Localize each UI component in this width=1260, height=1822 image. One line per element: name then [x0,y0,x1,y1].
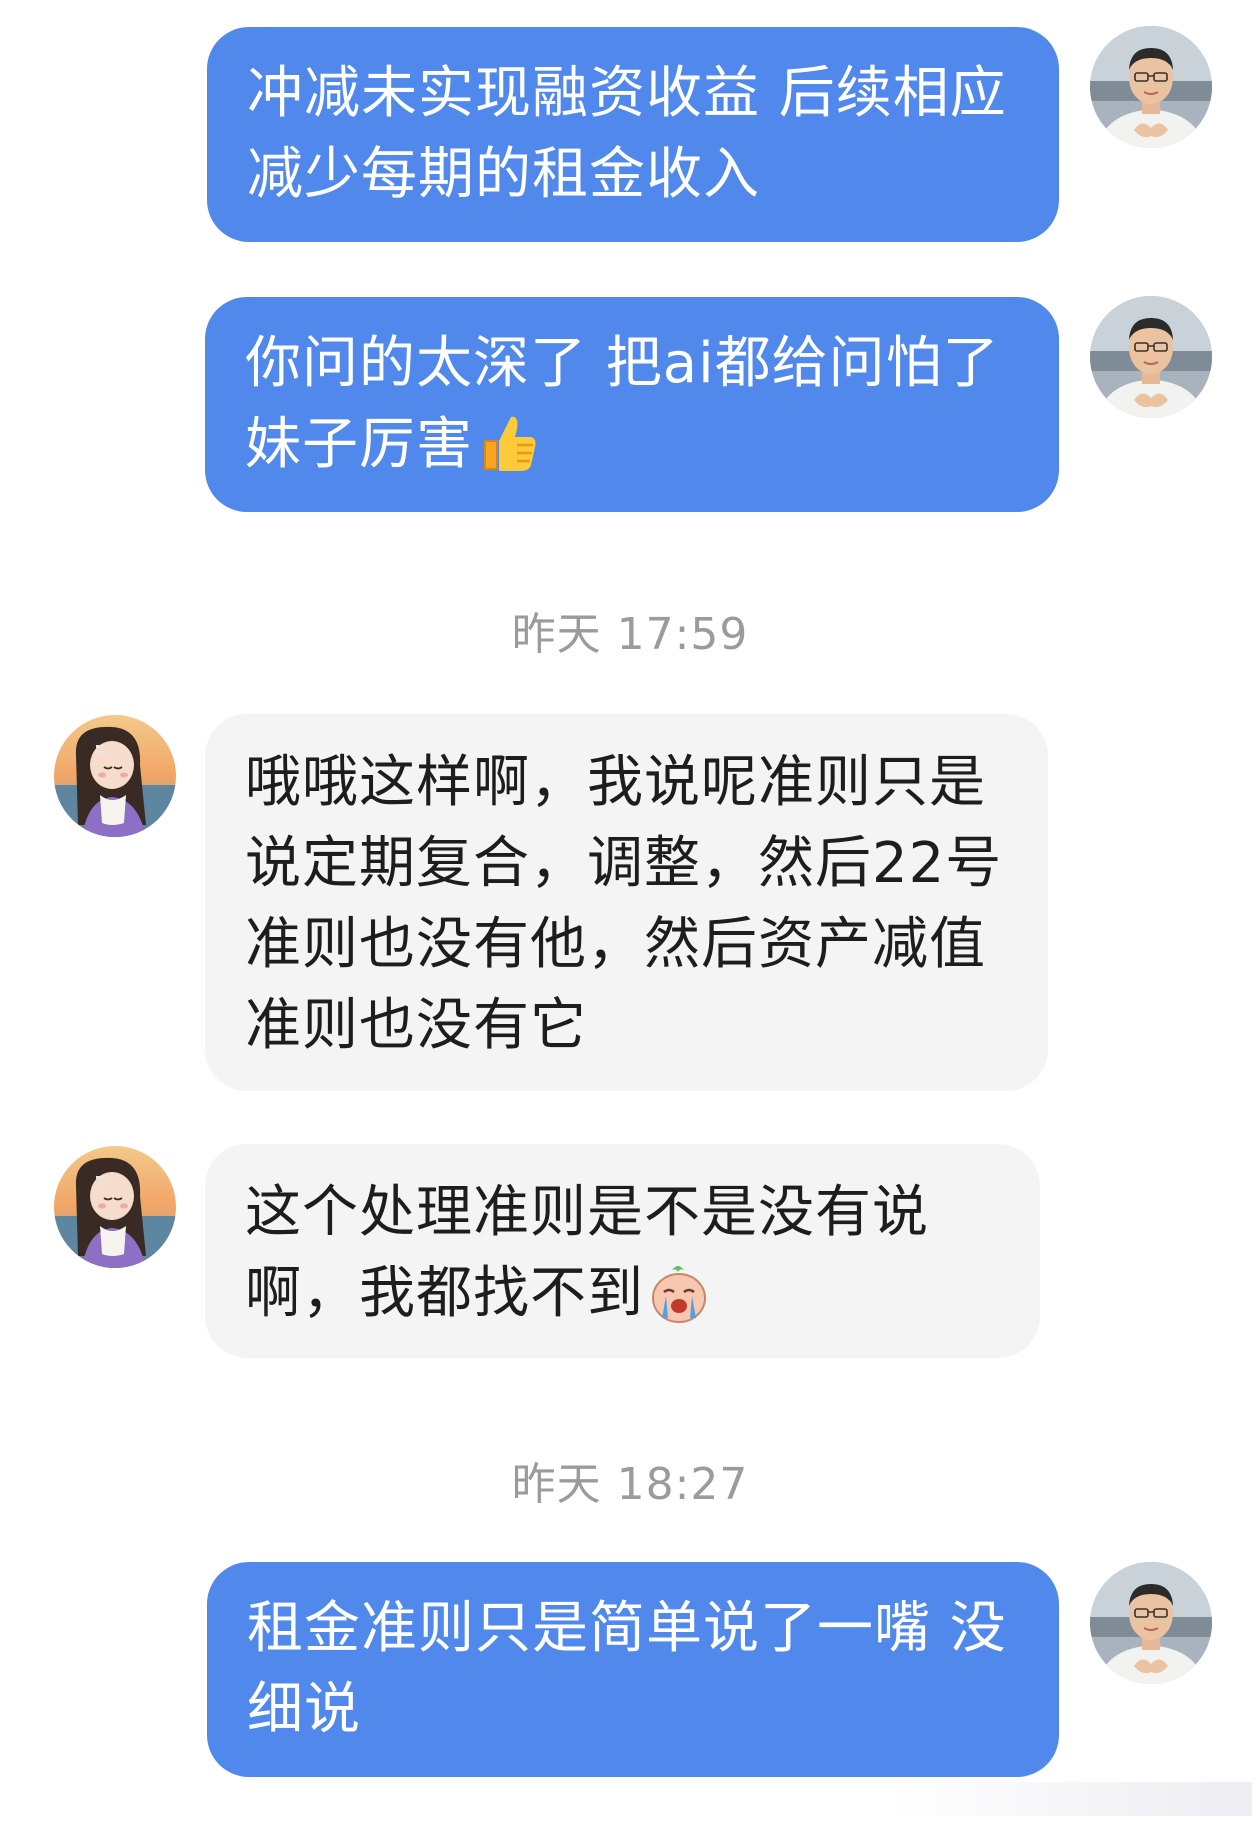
timestamp: 昨天 18:27 [511,1459,749,1510]
chat-view: 冲减未实现融资收益 后续相应减少每期的租金收入 你问的太深了 把ai都给问怕了 … [0,0,1260,1822]
contact-avatar[interactable] [54,1146,176,1268]
watermark [892,1782,1252,1816]
message-text: 你问的太深了 把ai都给问怕了 妹子厉害 [245,331,1000,477]
timestamp: 昨天 17:59 [511,609,749,660]
message-bubble[interactable]: 你问的太深了 把ai都给问怕了 妹子厉害 [205,297,1059,512]
message-text: 这个处理准则是不是没有说啊，我都找不到 [245,1180,929,1326]
my-avatar[interactable] [1090,1562,1212,1684]
message-text: 哦哦这样啊，我说呢准则只是说定期复合，调整，然后22号准则也没有他，然后资产减值… [245,750,1003,1058]
message-bubble[interactable]: 租金准则只是简单说了一嘴 没细说 [207,1562,1059,1777]
message-bubble[interactable]: 这个处理准则是不是没有说啊，我都找不到 [205,1144,1040,1358]
message-bubble[interactable]: 冲减未实现融资收益 后续相应减少每期的租金收入 [207,27,1059,242]
contact-avatar[interactable] [54,715,176,837]
crying-face-icon [648,1260,710,1324]
my-avatar[interactable] [1090,296,1212,418]
message-text: 租金准则只是简单说了一嘴 没细说 [247,1596,1007,1742]
my-avatar[interactable] [1090,26,1212,148]
message-bubble[interactable]: 哦哦这样啊，我说呢准则只是说定期复合，调整，然后22号准则也没有他，然后资产减值… [205,714,1048,1091]
message-text: 冲减未实现融资收益 后续相应减少每期的租金收入 [247,61,1007,207]
thumbs-up-icon [477,411,539,475]
